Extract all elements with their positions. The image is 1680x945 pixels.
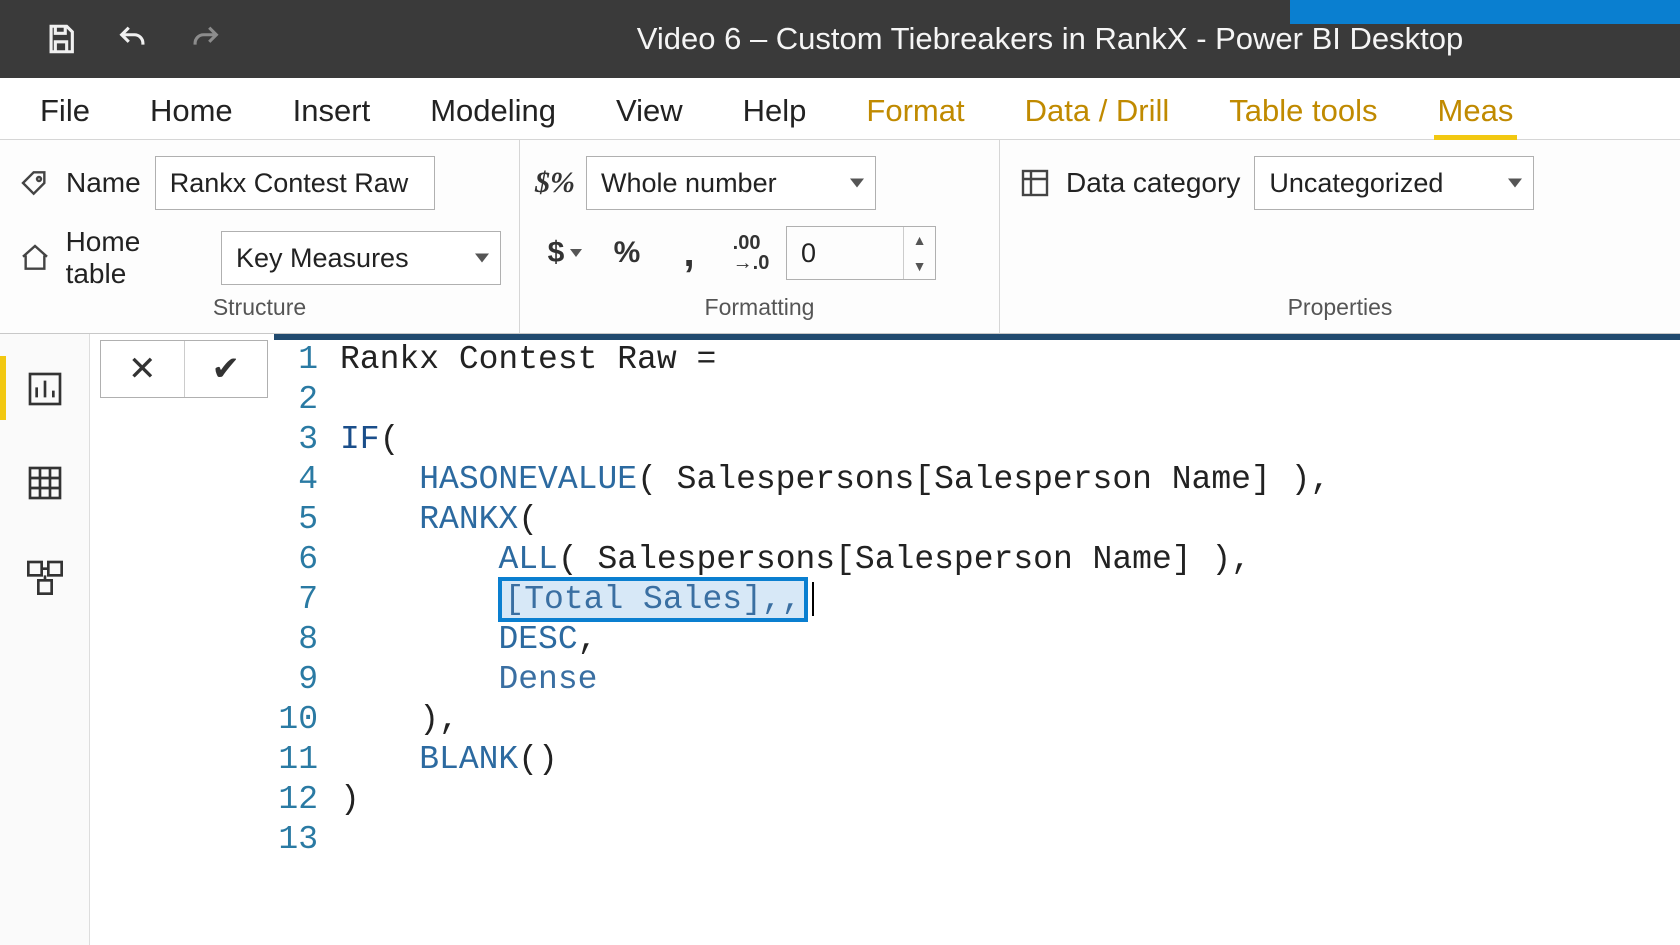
- work-area: ✕ ✔ 1 2 3 4 5 6 7 8 9 10 11 12 13: [0, 334, 1680, 945]
- percent-button[interactable]: %: [600, 226, 654, 280]
- window-title: Video 6 – Custom Tiebreakers in RankX - …: [0, 21, 1680, 57]
- tab-modeling[interactable]: Modeling: [426, 83, 560, 139]
- formula-editor-pane: ✕ ✔ 1 2 3 4 5 6 7 8 9 10 11 12 13: [90, 334, 1680, 945]
- line-gutter: 1 2 3 4 5 6 7 8 9 10 11 12 13: [274, 340, 328, 860]
- data-category-select[interactable]: Uncategorized: [1254, 156, 1534, 210]
- tab-insert[interactable]: Insert: [289, 83, 375, 139]
- decimals-value: 0: [801, 238, 816, 269]
- commit-formula-button[interactable]: ✔: [185, 341, 268, 397]
- view-switcher: [0, 334, 90, 945]
- home-table-icon: [18, 241, 52, 275]
- datatype-select[interactable]: Whole number: [586, 156, 876, 210]
- data-view-icon[interactable]: [20, 458, 70, 508]
- title-accent: [1290, 0, 1680, 24]
- selected-expression[interactable]: [Total Sales],,: [498, 577, 807, 622]
- active-view-indicator: [0, 356, 6, 420]
- measure-name-input[interactable]: [155, 156, 435, 210]
- tag-icon: [18, 166, 52, 200]
- tab-file[interactable]: File: [36, 83, 94, 139]
- data-category-label: Data category: [1066, 167, 1240, 199]
- decimals-spinner[interactable]: 0 ▲ ▼: [786, 226, 936, 280]
- home-table-label: Home table: [66, 226, 207, 290]
- ribbon-group-formatting: $% Whole number $ % , .00→.0 0 ▲: [520, 140, 1000, 333]
- quick-access-toolbar: [0, 18, 226, 60]
- ribbon-tabs: File Home Insert Modeling View Help Form…: [0, 78, 1680, 140]
- redo-icon[interactable]: [184, 18, 226, 60]
- tab-measure-tools[interactable]: Meas: [1434, 83, 1518, 139]
- ribbon-group-properties: Data category Uncategorized Properties: [1000, 140, 1680, 333]
- title-bar: Video 6 – Custom Tiebreakers in RankX - …: [0, 0, 1680, 78]
- spinner-down-icon[interactable]: ▼: [904, 253, 935, 279]
- decimal-adjust-button[interactable]: .00→.0: [724, 226, 778, 280]
- tab-table-tools[interactable]: Table tools: [1225, 83, 1381, 139]
- ribbon-body: Name Home table Key Measures Structure $…: [0, 140, 1680, 334]
- spinner-up-icon[interactable]: ▲: [904, 227, 935, 253]
- cancel-formula-button[interactable]: ✕: [101, 341, 185, 397]
- group-caption-structure: Structure: [18, 290, 501, 329]
- tab-help[interactable]: Help: [739, 83, 811, 139]
- report-view-icon[interactable]: [20, 364, 70, 414]
- formula-commit-box: ✕ ✔: [100, 340, 268, 398]
- tab-view[interactable]: View: [612, 83, 687, 139]
- currency-button[interactable]: $: [538, 226, 592, 280]
- tab-data-drill[interactable]: Data / Drill: [1021, 83, 1174, 139]
- thousands-button[interactable]: ,: [662, 226, 716, 280]
- data-category-icon: [1018, 166, 1052, 200]
- group-caption-formatting: Formatting: [538, 290, 981, 329]
- tab-home[interactable]: Home: [146, 83, 237, 139]
- undo-icon[interactable]: [112, 18, 154, 60]
- text-cursor: [812, 582, 814, 616]
- dax-editor[interactable]: 1 2 3 4 5 6 7 8 9 10 11 12 13 Rankx Cont…: [274, 334, 1680, 860]
- ribbon-group-structure: Name Home table Key Measures Structure: [0, 140, 520, 333]
- code-area[interactable]: Rankx Contest Raw = IF( HASONEVALUE( Sal…: [274, 340, 1680, 860]
- home-table-select[interactable]: Key Measures: [221, 231, 501, 285]
- datatype-icon: $%: [538, 166, 572, 200]
- group-caption-properties: Properties: [1018, 290, 1662, 329]
- tab-format[interactable]: Format: [862, 83, 968, 139]
- save-icon[interactable]: [40, 18, 82, 60]
- name-label: Name: [66, 167, 141, 199]
- model-view-icon[interactable]: [20, 552, 70, 602]
